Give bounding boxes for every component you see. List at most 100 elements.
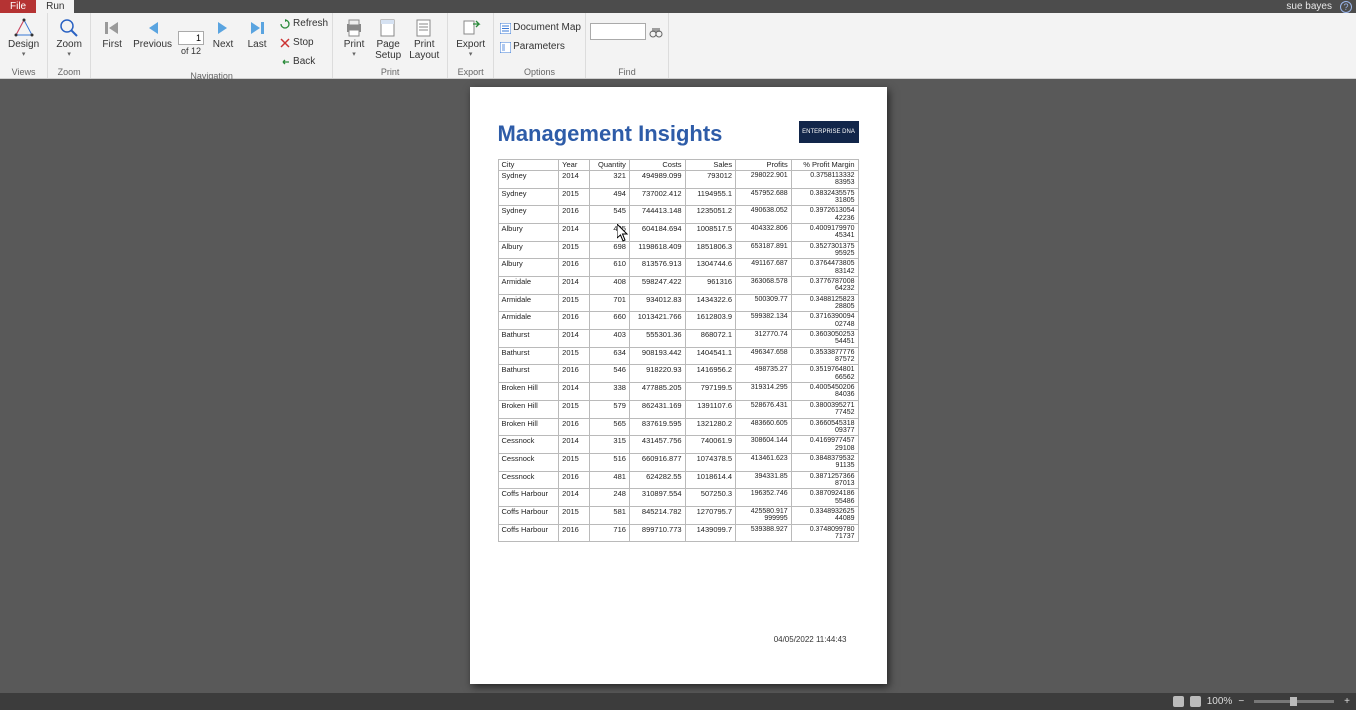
refresh-button[interactable]: Refresh xyxy=(280,15,328,32)
cell: Albury xyxy=(498,241,559,259)
cell: 908193.442 xyxy=(629,347,685,365)
zoom-button[interactable]: Zoom ▾ xyxy=(52,15,86,60)
cell: Albury xyxy=(498,223,559,241)
cell: 0.334893262544089 xyxy=(791,506,858,524)
cell: 1321280.2 xyxy=(685,418,736,436)
table-row: Coffs Harbour2016716899710.7731439099.75… xyxy=(498,524,858,542)
cell: Coffs Harbour xyxy=(498,489,559,507)
page-setup-button[interactable]: Page Setup xyxy=(371,15,405,63)
cell: 737002.412 xyxy=(629,188,685,206)
col-1: Year xyxy=(559,160,589,171)
refresh-icon xyxy=(280,19,289,28)
cell: 2014 xyxy=(559,170,589,188)
cell: 598247.422 xyxy=(629,277,685,295)
col-6: % Profit Margin xyxy=(791,160,858,171)
export-button[interactable]: Export ▾ xyxy=(452,15,489,60)
cell: 961316 xyxy=(685,277,736,295)
zoom-in-button[interactable]: + xyxy=(1344,696,1350,707)
cell: 321 xyxy=(589,170,629,188)
col-5: Profits xyxy=(736,160,792,171)
previous-icon xyxy=(143,18,163,38)
cell: 2014 xyxy=(559,330,589,348)
cell: 0.360305025354451 xyxy=(791,330,858,348)
tab-run[interactable]: Run xyxy=(36,0,74,13)
last-page-button[interactable]: Last xyxy=(240,15,274,70)
cell: 0.352730137595925 xyxy=(791,241,858,259)
back-button[interactable]: Back xyxy=(280,53,328,70)
design-label: Design xyxy=(8,39,39,50)
cell: 1404541.1 xyxy=(685,347,736,365)
view-mode-icon-1[interactable] xyxy=(1173,696,1184,707)
cell: Coffs Harbour xyxy=(498,506,559,524)
parameters-label: Parameters xyxy=(513,41,565,52)
page-number-input[interactable] xyxy=(178,31,204,45)
cell: 1439099.7 xyxy=(685,524,736,542)
cell: Broken Hill xyxy=(498,383,559,401)
parameters-button[interactable]: Parameters xyxy=(500,38,581,55)
ribbon: Design ▾ Views Zoom ▾ Zoom First xyxy=(0,13,1356,79)
cell: 477885.205 xyxy=(629,383,685,401)
cell: 555301.36 xyxy=(629,330,685,348)
cell: 0.383243557531805 xyxy=(791,188,858,206)
cell: Bathurst xyxy=(498,365,559,383)
zoom-out-button[interactable]: − xyxy=(1238,696,1244,707)
cell: 868072.1 xyxy=(685,330,736,348)
col-4: Sales xyxy=(685,160,736,171)
table-row: Albury2016610813576.9131304744.6491167.6… xyxy=(498,259,858,277)
cell: 0.416997745729108 xyxy=(791,436,858,454)
help-icon[interactable]: ? xyxy=(1340,1,1352,13)
table-row: Cessnock2015516660916.8771074378.5413461… xyxy=(498,453,858,471)
table-row: Sydney2015494737002.4121194955.1457952.6… xyxy=(498,188,858,206)
col-0: City xyxy=(498,160,559,171)
design-button[interactable]: Design ▾ xyxy=(4,15,43,60)
cell: 624282.55 xyxy=(629,471,685,489)
cell: 1194955.1 xyxy=(685,188,736,206)
cell: 0.380039527177452 xyxy=(791,400,858,418)
print-button[interactable]: Print ▾ xyxy=(337,15,371,63)
zoom-slider[interactable] xyxy=(1254,700,1334,703)
export-label: Export xyxy=(456,39,485,50)
document-map-button[interactable]: Document Map xyxy=(500,19,581,36)
page-setup-label2: Setup xyxy=(375,50,401,61)
table-row: Sydney2014321494989.099793012298022.9010… xyxy=(498,170,858,188)
zoom-slider-thumb[interactable] xyxy=(1290,697,1297,706)
cell: 599382.134 xyxy=(736,312,792,330)
group-export-label: Export xyxy=(452,66,489,78)
cell: 660 xyxy=(589,312,629,330)
table-row: Albury2014405604184.6941008517.5404332.8… xyxy=(498,223,858,241)
cell: Sydney xyxy=(498,206,559,224)
group-find: Find xyxy=(586,13,669,78)
table-row: Coffs Harbour2014248310897.554507250.319… xyxy=(498,489,858,507)
cell: 1008517.5 xyxy=(685,223,736,241)
cell: 496347.658 xyxy=(736,347,792,365)
report-viewer[interactable]: ENTERPRISE DNA Management Insights CityY… xyxy=(0,79,1356,693)
cell: 498735.27 xyxy=(736,365,792,383)
find-button[interactable] xyxy=(648,24,664,40)
first-page-button[interactable]: First xyxy=(95,15,129,70)
print-layout-button[interactable]: Print Layout xyxy=(405,15,443,63)
cell: 918220.93 xyxy=(629,365,685,383)
cell: 934012.83 xyxy=(629,294,685,312)
tab-file[interactable]: File xyxy=(0,0,36,13)
cell: 0.400917997045341 xyxy=(791,223,858,241)
stop-button[interactable]: Stop xyxy=(280,34,328,51)
cell: Broken Hill xyxy=(498,400,559,418)
cell: 2015 xyxy=(559,188,589,206)
cell: Armidale xyxy=(498,312,559,330)
view-mode-icon-2[interactable] xyxy=(1190,696,1201,707)
find-input[interactable] xyxy=(590,23,646,40)
next-label: Next xyxy=(213,39,234,50)
print-layout-icon xyxy=(414,18,434,38)
cell: Albury xyxy=(498,259,559,277)
print-layout-label2: Layout xyxy=(409,50,439,61)
cell: 0.371639009402748 xyxy=(791,312,858,330)
cell: 2014 xyxy=(559,489,589,507)
table-row: Bathurst2016546918220.931416956.2498735.… xyxy=(498,365,858,383)
previous-page-button[interactable]: Previous xyxy=(129,15,176,70)
cell: 0.384837953291135 xyxy=(791,453,858,471)
group-zoom: Zoom ▾ Zoom xyxy=(48,13,91,78)
group-views: Design ▾ Views xyxy=(0,13,48,78)
next-page-button[interactable]: Next xyxy=(206,15,240,70)
document-map-icon xyxy=(500,23,509,32)
cell: 837619.595 xyxy=(629,418,685,436)
